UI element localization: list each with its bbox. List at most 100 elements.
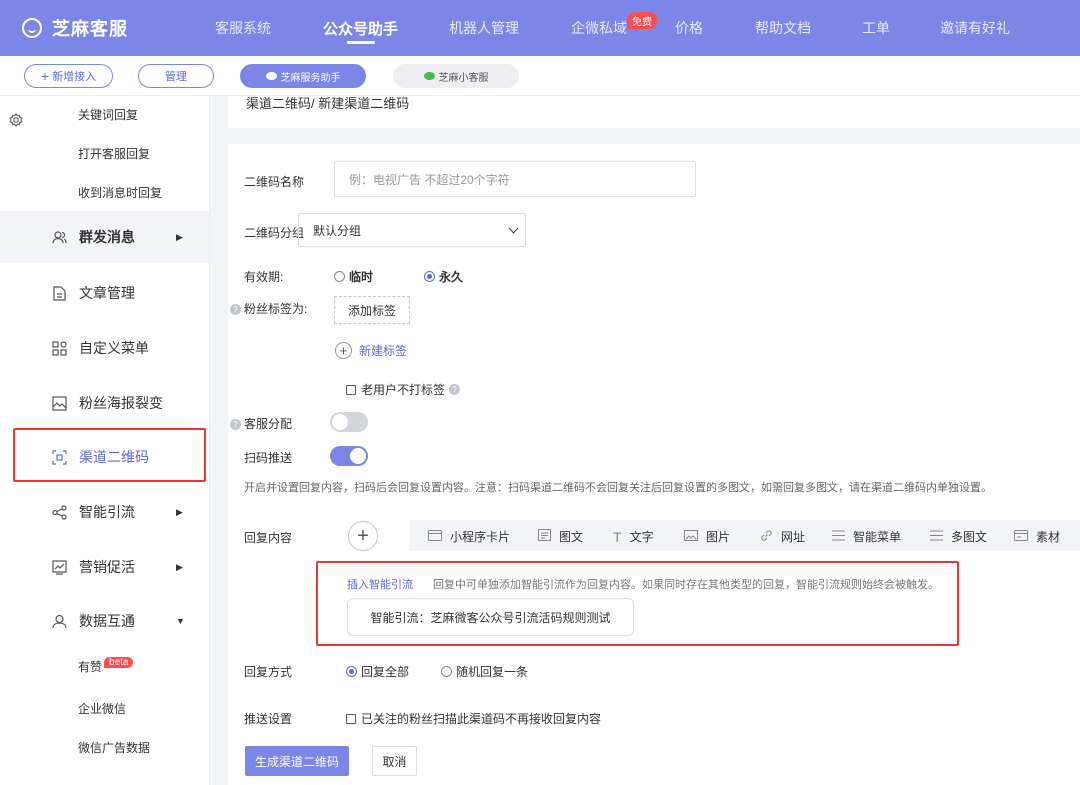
nav-item-official-account-assistant[interactable]: 公众号助手: [323, 0, 398, 56]
help-icon[interactable]: ?: [449, 384, 461, 395]
tool-text[interactable]: T 文字: [613, 528, 654, 545]
users-icon: [52, 230, 67, 245]
cancel-button[interactable]: 取消: [372, 746, 417, 776]
tool-smart-menu[interactable]: 智能菜单: [832, 528, 901, 545]
sidebar-subitem-wecom[interactable]: 企业微信: [78, 700, 126, 717]
generate-qrcode-button[interactable]: 生成渠道二维码: [245, 746, 349, 776]
qr-group-label: 二维码分组: [244, 226, 305, 240]
chevron-down-icon: [508, 223, 519, 234]
image-icon: [52, 395, 67, 411]
sidebar-item-marketing[interactable]: 营销促活 ▶: [0, 541, 209, 593]
caret-down-icon: ▼: [176, 616, 185, 626]
nav-item-invite[interactable]: 邀请有好礼: [940, 0, 1010, 56]
manage-button[interactable]: 管理: [138, 64, 214, 88]
add-access-button[interactable]: + 新增接入: [24, 64, 113, 88]
validity-radio-temporary[interactable]: 临时: [334, 268, 373, 285]
add-reply-button[interactable]: +: [348, 521, 378, 551]
multi-article-icon: [930, 530, 943, 544]
sidebar-subitem-keyword-reply[interactable]: 关键词回复: [78, 106, 138, 123]
radio-checked-icon: [346, 666, 357, 677]
breadcrumb-panel: 渠道二维码/ 新建渠道二维码: [228, 96, 1080, 128]
caret-right-icon: ▶: [176, 506, 183, 517]
main-nav: 客服系统 公众号助手 机器人管理 企微私域 免费 价格 帮助文档 工单 邀请有好…: [210, 0, 1010, 56]
push-setting-checkbox[interactable]: 已关注的粉丝扫描此渠道码不再接收回复内容: [346, 710, 601, 727]
smart-traffic-card[interactable]: 智能引流：芝麻微客公众号引流活码规则测试: [347, 598, 634, 636]
qr-group-select[interactable]: 默认分组: [298, 213, 526, 247]
free-badge: 免费: [627, 12, 658, 29]
sidebar-item-data-sync[interactable]: 数据互通 ▼: [0, 595, 209, 647]
miniprogram-card-icon: [428, 529, 442, 544]
tool-multi-article[interactable]: 多图文: [930, 528, 987, 545]
validity-radio-permanent[interactable]: 永久: [424, 268, 463, 285]
reply-mode-radio-random[interactable]: 随机回复一条: [441, 663, 528, 680]
qr-name-label: 二维码名称: [244, 175, 305, 189]
help-icon[interactable]: ?: [230, 419, 241, 430]
chat-smile-icon: [22, 18, 42, 38]
material-icon: [1014, 529, 1028, 544]
reply-content-label: 回复内容: [244, 531, 293, 545]
checkbox-icon: [346, 713, 356, 724]
reply-type-toolbar: 小程序卡片 图文 T 文字 图片 网址 智能菜单 多图文 素材: [410, 520, 1080, 551]
highlight-box-sidebar: [13, 428, 206, 482]
picture-icon: [684, 529, 698, 544]
old-user-no-tag-checkbox[interactable]: 老用户不打标签 ?: [346, 381, 463, 398]
sidebar-subitem-youzan[interactable]: 有赞 beta: [78, 657, 134, 675]
nav-item-tickets[interactable]: 工单: [862, 0, 890, 56]
insert-smart-traffic-link[interactable]: 插入智能引流: [347, 576, 413, 592]
account-tab-zhima-assistant[interactable]: 芝麻服务助手: [240, 64, 366, 88]
insert-smart-traffic-desc: 回复中可单独添加智能引流作为回复内容。如果同时存在其他类型的回复，智能引流规则始…: [433, 579, 939, 591]
sidebar-item-mass-message[interactable]: 群发消息 ▶: [0, 211, 209, 263]
nav-item-robot-management[interactable]: 机器人管理: [449, 0, 519, 56]
tool-link[interactable]: 网址: [760, 528, 805, 545]
wechat-icon: [265, 72, 277, 80]
sidebar-item-smart-traffic[interactable]: 智能引流 ▶: [0, 486, 209, 538]
nav-item-help-docs[interactable]: 帮助文档: [755, 0, 811, 56]
fan-tag-label: ? 粉丝标签为:: [230, 300, 307, 317]
menu-list-icon: [832, 530, 845, 544]
tool-material[interactable]: 素材: [1014, 528, 1060, 545]
tool-article[interactable]: 图文: [538, 528, 583, 545]
qr-name-input[interactable]: 例：电视广告 不超过20个字符: [334, 161, 696, 197]
caret-right-icon: ▶: [176, 231, 183, 242]
breadcrumb: 渠道二维码/ 新建渠道二维码: [246, 96, 410, 111]
sidebar-subitem-open-service-reply[interactable]: 打开客服回复: [78, 145, 150, 162]
plus-icon: +: [357, 524, 369, 547]
nav-item-customer-service[interactable]: 客服系统: [215, 0, 271, 56]
sidebar-item-fan-poster[interactable]: 粉丝海报裂变: [0, 377, 209, 429]
account-tab-zhima-mini-service[interactable]: 芝麻小客服: [393, 64, 519, 88]
push-setting-label: 推送设置: [244, 712, 293, 726]
scan-push-toggle[interactable]: [330, 446, 368, 466]
add-tag-button[interactable]: 添加标签: [334, 296, 410, 324]
wechat-icon: [423, 72, 435, 80]
gear-icon[interactable]: [9, 113, 23, 130]
top-nav-bar: 芝麻客服 客服系统 公众号助手 机器人管理 企微私域 免费 价格 帮助文档 工单…: [0, 0, 1080, 56]
validity-label: 有效期:: [244, 270, 284, 284]
beta-badge: beta: [104, 657, 134, 668]
text-icon: T: [613, 528, 622, 545]
scan-push-label: 扫码推送: [244, 451, 293, 465]
help-icon[interactable]: ?: [230, 304, 241, 315]
new-tag-button[interactable]: + 新建标签: [335, 342, 407, 359]
caret-right-icon: ▶: [176, 561, 183, 572]
nav-item-wecom-private[interactable]: 企微私域 免费: [571, 0, 658, 56]
chart-icon: [52, 559, 67, 575]
reply-mode-label: 回复方式: [244, 665, 293, 679]
reply-mode-radio-all[interactable]: 回复全部: [346, 663, 409, 680]
user-icon: [52, 614, 67, 629]
sidebar-subitem-wechat-ads[interactable]: 微信广告数据: [78, 739, 150, 756]
sidebar-subitem-message-received-reply[interactable]: 收到消息时回复: [78, 184, 162, 201]
sidebar-item-custom-menu[interactable]: 自定义菜单: [0, 322, 209, 374]
checkbox-icon: [346, 384, 356, 395]
brand[interactable]: 芝麻客服: [0, 15, 210, 41]
radio-checked-icon: [424, 271, 435, 282]
nav-item-pricing[interactable]: 价格: [675, 0, 703, 56]
grid-icon: [52, 340, 67, 356]
sidebar-item-article-management[interactable]: 文章管理: [0, 267, 209, 319]
tool-mini-program-card[interactable]: 小程序卡片: [428, 528, 510, 545]
plus-circle-icon: +: [335, 342, 352, 359]
article-icon: [538, 529, 551, 544]
scan-push-tip: 开启并设置回复内容，扫码后会回复设置内容。注意：扫码渠道二维码不会回复关注后回复…: [244, 482, 992, 494]
service-assign-toggle[interactable]: [330, 412, 368, 432]
plus-icon: +: [40, 68, 50, 84]
tool-picture[interactable]: 图片: [684, 528, 730, 545]
